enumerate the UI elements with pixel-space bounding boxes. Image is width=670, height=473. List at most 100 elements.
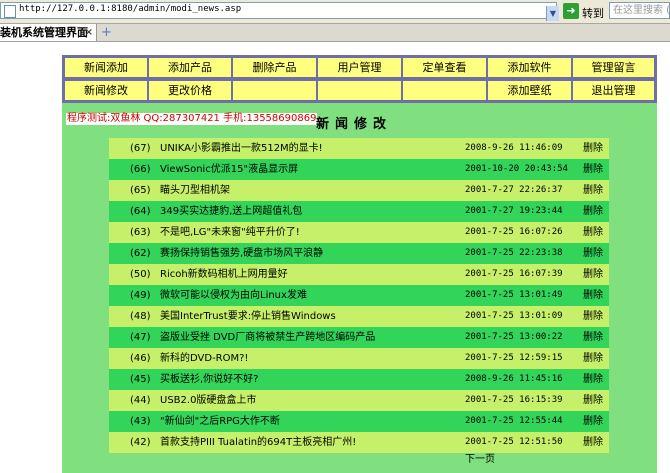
tab-title: 装机系统管理界面 (0, 26, 88, 39)
news-title-link[interactable]: 盗版业受挫 DVD厂商将被禁生产跨地区编码产品 (160, 327, 375, 348)
next-page-link[interactable]: 下一页 (465, 450, 495, 465)
news-id: (42) (130, 437, 151, 448)
nav-news-add[interactable]: 新闻添加 (64, 57, 148, 78)
news-title-link[interactable]: 微软可能以侵权为由向Linux发难 (160, 285, 307, 306)
nav-empty-2 (317, 80, 402, 101)
delete-link[interactable]: 删除 (583, 159, 603, 180)
news-id: (64) (130, 206, 151, 217)
news-id: (45) (130, 374, 151, 385)
news-row: (67) UNIKA小影霸推出一款512M的显卡! 2008-9-26 11:46:… (109, 138, 609, 159)
news-row: (62) 赛扬保持销售强势,硬盘市场风平浪静 2001-7-25 22:23:38 删… (109, 243, 609, 264)
news-date: 2001-7-25 12:59:15 (465, 353, 563, 363)
nav-product-add[interactable]: 添加产品 (148, 57, 232, 78)
delete-link[interactable]: 删除 (583, 222, 603, 243)
delete-link[interactable]: 删除 (583, 369, 603, 390)
news-id: (44) (130, 395, 151, 406)
tab-bar: 装机系统管理界面 × + (0, 24, 670, 42)
nav-product-delete[interactable]: 删除产品 (232, 57, 317, 78)
delete-link[interactable]: 删除 (583, 348, 603, 369)
address-bar: http://127.0.0.1:8180/admin/modi_news.as… (0, 0, 670, 24)
admin-nav: 新闻添加 添加产品 删除产品 用户管理 定单查看 添加软件 管理留言 新闻修改 … (62, 55, 657, 103)
nav-price-edit[interactable]: 更改价格 (148, 80, 232, 101)
nav-empty-1 (232, 80, 317, 101)
delete-link[interactable]: 删除 (583, 285, 603, 306)
news-row: (66) ViewSonic优派15"液晶显示屏 2001-10-20 20:43:… (109, 159, 609, 180)
chevron-down-icon[interactable]: ▼ (546, 6, 559, 21)
news-title-link[interactable]: 首款支持PIII Tualatin的694T主板亮相广州! (160, 432, 356, 453)
delete-link[interactable]: 删除 (583, 432, 603, 453)
news-title-link[interactable]: 买板送衫,你说好不好? (160, 369, 259, 390)
page-title: 新闻修改 (316, 117, 393, 132)
news-date: 2008-9-26 11:45:16 (465, 374, 563, 384)
news-title-link[interactable]: 赛扬保持销售强势,硬盘市场风平浪静 (160, 243, 323, 264)
news-id: (50) (130, 269, 151, 280)
news-row: (46) 新科的DVD-ROM?! 2001-7-25 12:59:15 删除 (109, 348, 609, 369)
news-date: 2001-7-27 19:23:44 (465, 206, 563, 216)
go-button[interactable]: 转到 (582, 5, 604, 21)
news-title-link[interactable]: Ricoh新数码相机上网用量好 (160, 264, 288, 285)
news-row: (44) USB2.0版硬盘盒上市 2001-7-25 16:15:39 删除 (109, 390, 609, 411)
news-date: 2001-7-27 22:26:37 (465, 185, 563, 195)
news-date: 2001-7-25 16:15:39 (465, 395, 563, 405)
new-tab-icon[interactable]: + (101, 25, 112, 40)
news-date: 2001-7-25 13:01:49 (465, 290, 563, 300)
nav-wallpaper-add[interactable]: 添加壁纸 (487, 80, 572, 101)
nav-software-add[interactable]: 添加软件 (487, 57, 572, 78)
nav-empty-3 (402, 80, 487, 101)
delete-link[interactable]: 删除 (583, 411, 603, 432)
news-title-link[interactable]: UNIKA小影霸推出一款512M的显卡! (160, 138, 323, 159)
news-id: (62) (130, 248, 151, 259)
news-title-link[interactable]: USB2.0版硬盘盒上市 (160, 390, 256, 411)
news-row: (43) "新仙剑"之后RPG大作不断 2001-7-25 12:55:44 删除 (109, 411, 609, 432)
news-title-link[interactable]: 瞄头刀型相机架 (160, 180, 230, 201)
news-row: (50) Ricoh新数码相机上网用量好 2001-7-25 16:07:39 删除 (109, 264, 609, 285)
go-arrow-icon[interactable]: ➜ (563, 3, 579, 19)
news-title-link[interactable]: "新仙剑"之后RPG大作不断 (160, 411, 280, 432)
news-date: 2001-10-20 20:43:54 (465, 164, 568, 174)
news-id: (66) (130, 164, 151, 175)
tab-admin[interactable]: 装机系统管理界面 × (0, 24, 97, 41)
nav-logout[interactable]: 退出管理 (572, 80, 655, 101)
news-row: (63) 不是吧,LG"未来窗"纯平升价了! 2001-7-25 16:07:26 删… (109, 222, 609, 243)
news-title-link[interactable]: 美国InterTrust要求:停止销售Windows (160, 306, 336, 327)
delete-link[interactable]: 删除 (583, 306, 603, 327)
delete-link[interactable]: 删除 (583, 264, 603, 285)
news-title-link[interactable]: 新科的DVD-ROM?! (160, 348, 248, 369)
news-title-link[interactable]: 不是吧,LG"未来窗"纯平升价了! (160, 222, 300, 243)
nav-user-manage[interactable]: 用户管理 (317, 57, 402, 78)
nav-order-view[interactable]: 定单查看 (402, 57, 487, 78)
news-id: (43) (130, 416, 151, 427)
news-title-link[interactable]: ViewSonic优派15"液晶显示屏 (160, 159, 298, 180)
news-date: 2008-9-26 11:46:09 (465, 143, 563, 153)
news-id: (46) (130, 353, 151, 364)
delete-link[interactable]: 删除 (583, 243, 603, 264)
news-date: 2001-7-25 16:07:39 (465, 269, 563, 279)
news-id: (65) (130, 185, 151, 196)
news-row: (42) 首款支持PIII Tualatin的694T主板亮相广州! 2001-7-… (109, 432, 609, 453)
url-field[interactable]: http://127.0.0.1:8180/admin/modi_news.as… (0, 2, 559, 21)
news-date: 2001-7-25 13:01:09 (465, 311, 563, 321)
close-icon[interactable]: × (85, 24, 93, 41)
nav-news-edit[interactable]: 新闻修改 (64, 80, 148, 101)
news-date: 2001-7-25 22:23:38 (465, 248, 563, 258)
delete-link[interactable]: 删除 (583, 180, 603, 201)
news-date: 2001-7-25 13:00:22 (465, 332, 563, 342)
news-id: (63) (130, 227, 151, 238)
delete-link[interactable]: 删除 (583, 327, 603, 348)
news-date: 2001-7-25 16:07:26 (465, 227, 563, 237)
news-id: (67) (130, 143, 151, 154)
delete-link[interactable]: 删除 (583, 201, 603, 222)
news-date: 2001-7-25 12:55:44 (465, 416, 563, 426)
delete-link[interactable]: 删除 (583, 138, 603, 159)
page-icon (4, 5, 16, 18)
news-id: (48) (130, 311, 151, 322)
nav-guestbook-manage[interactable]: 管理留言 (572, 57, 655, 78)
credit-line: 程序测试:双鱼林 QQ:287307421 手机:13558690869 (66, 113, 318, 125)
url-text: http://127.0.0.1:8180/admin/modi_news.as… (19, 4, 242, 14)
delete-link[interactable]: 删除 (583, 390, 603, 411)
news-row: (47) 盗版业受挫 DVD厂商将被禁生产跨地区编码产品 2001-7-25 13:… (109, 327, 609, 348)
news-row: (45) 买板送衫,你说好不好? 2008-9-26 11:45:16 删除 (109, 369, 609, 390)
news-title-link[interactable]: 349买实达捷豹,送上网超值礼包 (160, 201, 302, 222)
news-row: (65) 瞄头刀型相机架 2001-7-27 22:26:37 删除 (109, 180, 609, 201)
search-input[interactable]: 在这里搜索 (A (609, 2, 670, 19)
